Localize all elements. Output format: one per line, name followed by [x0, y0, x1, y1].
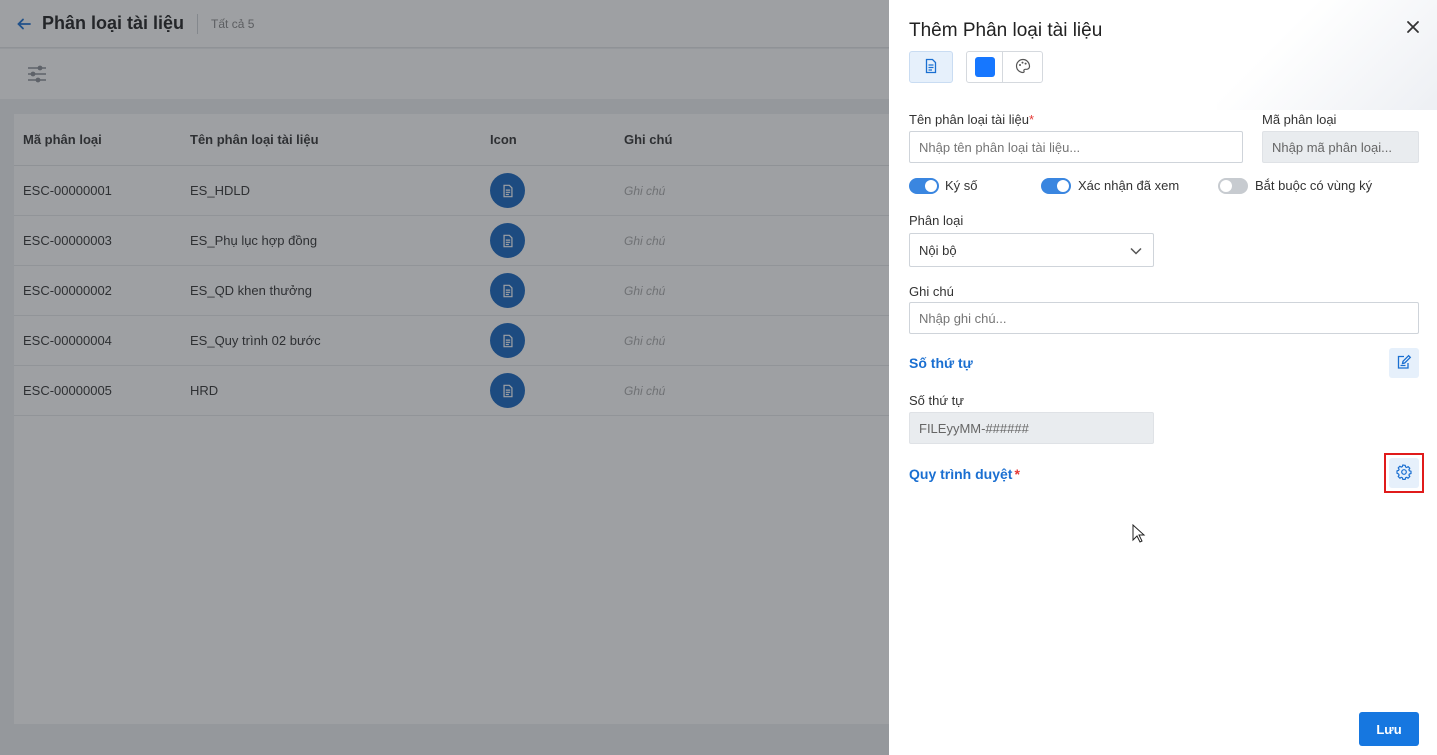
- name-label: Tên phân loại tài liệu*: [909, 112, 1034, 127]
- required-asterisk: *: [1028, 112, 1035, 127]
- workflow-section-title: Quy trình duyệt *: [909, 466, 1020, 482]
- drawer-title: Thêm Phân loại tài liệu: [909, 20, 1103, 41]
- note-input[interactable]: [909, 302, 1419, 334]
- color-swatch: [974, 57, 995, 77]
- toggle-knob: [925, 180, 937, 192]
- workflow-title-text: Quy trình duyệt: [909, 466, 1013, 482]
- edit-sequence-button[interactable]: [1389, 348, 1419, 378]
- sequence-section-title: Số thứ tự: [909, 355, 973, 371]
- document-icon: [923, 58, 939, 77]
- sequence-label: Số thứ tự: [909, 393, 964, 408]
- confirm-viewed-toggle[interactable]: [1041, 178, 1071, 194]
- modal-overlay[interactable]: [0, 0, 889, 755]
- save-button[interactable]: Lưu: [1359, 712, 1419, 746]
- add-category-drawer: Thêm Phân loại tài liệu Tên phân loại tà…: [889, 0, 1437, 755]
- gear-icon: [1396, 463, 1412, 483]
- code-label: Mã phân loại: [1262, 112, 1337, 127]
- category-select[interactable]: Nội bộ: [909, 233, 1154, 267]
- palette-button[interactable]: [1002, 51, 1043, 83]
- header-decoration: [1217, 0, 1437, 110]
- mouse-cursor-icon: [1132, 523, 1146, 544]
- workflow-settings-button[interactable]: [1384, 453, 1424, 493]
- toggle-knob: [1220, 180, 1232, 192]
- category-selected-value: Nội bộ: [919, 242, 957, 258]
- digital-sign-toggle[interactable]: [909, 178, 939, 194]
- gear-icon-wrap: [1389, 458, 1419, 488]
- require-sign-area-toggle[interactable]: [1218, 178, 1248, 194]
- toggle-knob: [1057, 180, 1069, 192]
- palette-icon: [1015, 58, 1031, 77]
- edit-icon: [1396, 354, 1412, 373]
- chevron-down-icon: [1129, 244, 1143, 261]
- icon-type-document-tab[interactable]: [909, 51, 953, 83]
- confirm-viewed-label: Xác nhận đã xem: [1078, 178, 1180, 193]
- category-label: Phân loại: [909, 213, 964, 228]
- icon-color-picker[interactable]: [966, 51, 1003, 83]
- sequence-field: FILEyyMM-######: [909, 412, 1154, 444]
- category-name-input[interactable]: [909, 131, 1243, 163]
- name-label-text: Tên phân loại tài liệu: [909, 112, 1029, 127]
- close-icon[interactable]: [1404, 18, 1422, 36]
- required-asterisk: *: [1014, 466, 1020, 482]
- category-code-field: Nhập mã phân loại...: [1262, 131, 1419, 163]
- note-label: Ghi chú: [909, 284, 954, 299]
- require-sign-area-label: Bắt buộc có vùng ký: [1255, 178, 1373, 193]
- digital-sign-label: Ký số: [945, 178, 978, 193]
